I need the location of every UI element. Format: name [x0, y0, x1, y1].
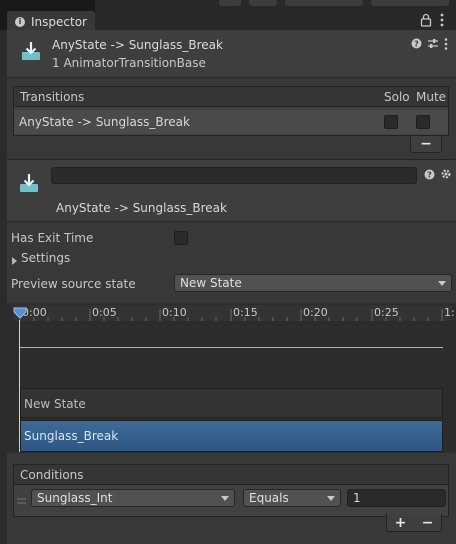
- timeline-tick-label: 0:25: [374, 306, 399, 319]
- condition-threshold-input[interactable]: 1: [347, 489, 446, 507]
- condition-parameter-dropdown[interactable]: Sunglass_Int: [31, 489, 235, 507]
- toolbar-button-stub[interactable]: [249, 0, 277, 6]
- chevron-down-icon: [327, 495, 335, 501]
- settings-foldout-label[interactable]: Settings: [21, 251, 70, 265]
- playhead-marker-icon[interactable]: [13, 307, 27, 322]
- transitions-list-header: Transitions Solo Mute: [14, 87, 448, 107]
- transitions-heading: Transitions: [20, 89, 85, 104]
- solo-column-label: Solo: [384, 89, 410, 104]
- help-icon[interactable]: ?: [411, 38, 422, 52]
- svg-text:?: ?: [427, 171, 432, 180]
- timeline-tick-label: 0:10: [162, 306, 187, 319]
- condition-mode-value: Equals: [249, 491, 289, 505]
- transition-curve-line: [20, 347, 443, 348]
- mute-toggle[interactable]: [416, 115, 430, 129]
- remove-condition-button[interactable]: −: [422, 515, 434, 531]
- toolbar-button-stub[interactable]: [219, 0, 241, 6]
- tab-inspector[interactable]: i Inspector: [7, 11, 95, 32]
- preview-source-dropdown[interactable]: New State: [174, 274, 452, 292]
- header-kebab-icon[interactable]: [444, 38, 448, 53]
- header-subtitle: 1 AnimatorTransitionBase: [52, 56, 206, 70]
- kebab-menu-icon[interactable]: [440, 13, 444, 30]
- has-exit-time-label: Has Exit Time: [11, 231, 94, 245]
- layout-dropdown-stub[interactable]: [371, 0, 449, 6]
- lock-icon[interactable]: [420, 13, 432, 30]
- header-title: AnyState -> Sunglass_Break: [52, 38, 223, 52]
- mute-column-label: Mute: [416, 89, 447, 104]
- transition-row-name: AnyState -> Sunglass_Break: [19, 115, 190, 129]
- destination-state-bar[interactable]: Sunglass_Break: [20, 420, 443, 452]
- transition-icon: [18, 172, 40, 194]
- conditions-heading: Conditions: [20, 467, 84, 482]
- gear-icon[interactable]: [440, 168, 452, 183]
- transition-icon: [20, 40, 42, 62]
- settings-foldout-arrow[interactable]: [11, 254, 18, 268]
- add-condition-button[interactable]: +: [395, 515, 407, 531]
- condition-mode-dropdown[interactable]: Equals: [243, 489, 341, 507]
- help-icon[interactable]: ?: [424, 169, 435, 183]
- tab-title: Inspector: [31, 14, 87, 29]
- transition-name-field[interactable]: [51, 167, 417, 184]
- solo-toggle[interactable]: [384, 115, 398, 129]
- remove-transition-label: −: [420, 136, 432, 152]
- source-state-bar[interactable]: New State: [20, 388, 443, 418]
- presets-icon[interactable]: [427, 38, 439, 52]
- conditions-list-header: Conditions: [14, 465, 448, 485]
- condition-parameter-value: Sunglass_Int: [37, 491, 113, 505]
- transition-row[interactable]: AnyState -> Sunglass_Break: [14, 110, 448, 134]
- transition-name: AnyState -> Sunglass_Break: [56, 201, 227, 215]
- layers-dropdown-stub[interactable]: [285, 0, 363, 6]
- left-gutter: [0, 30, 7, 544]
- drag-handle-icon[interactable]: [17, 493, 26, 507]
- timeline-tick-label: 0:05: [92, 306, 117, 319]
- timeline-tick-label: 1:: [444, 306, 455, 319]
- timeline-tick-label: 0:20: [303, 306, 328, 319]
- preview-source-value: New State: [180, 276, 242, 290]
- chevron-down-icon: [221, 495, 229, 501]
- remove-transition-button[interactable]: −: [410, 136, 442, 153]
- preview-source-label: Preview source state: [11, 277, 136, 291]
- has-exit-time-toggle[interactable]: [174, 231, 188, 245]
- destination-state-label: Sunglass_Break: [24, 429, 119, 443]
- svg-text:?: ?: [414, 40, 419, 49]
- dock-tab-strip: [95, 0, 456, 31]
- chevron-down-icon: [438, 280, 446, 286]
- timeline-tick-label: 0:15: [233, 306, 258, 319]
- info-icon: i: [15, 16, 25, 27]
- source-state-label: New State: [24, 397, 86, 411]
- conditions-add-remove: + −: [386, 514, 442, 532]
